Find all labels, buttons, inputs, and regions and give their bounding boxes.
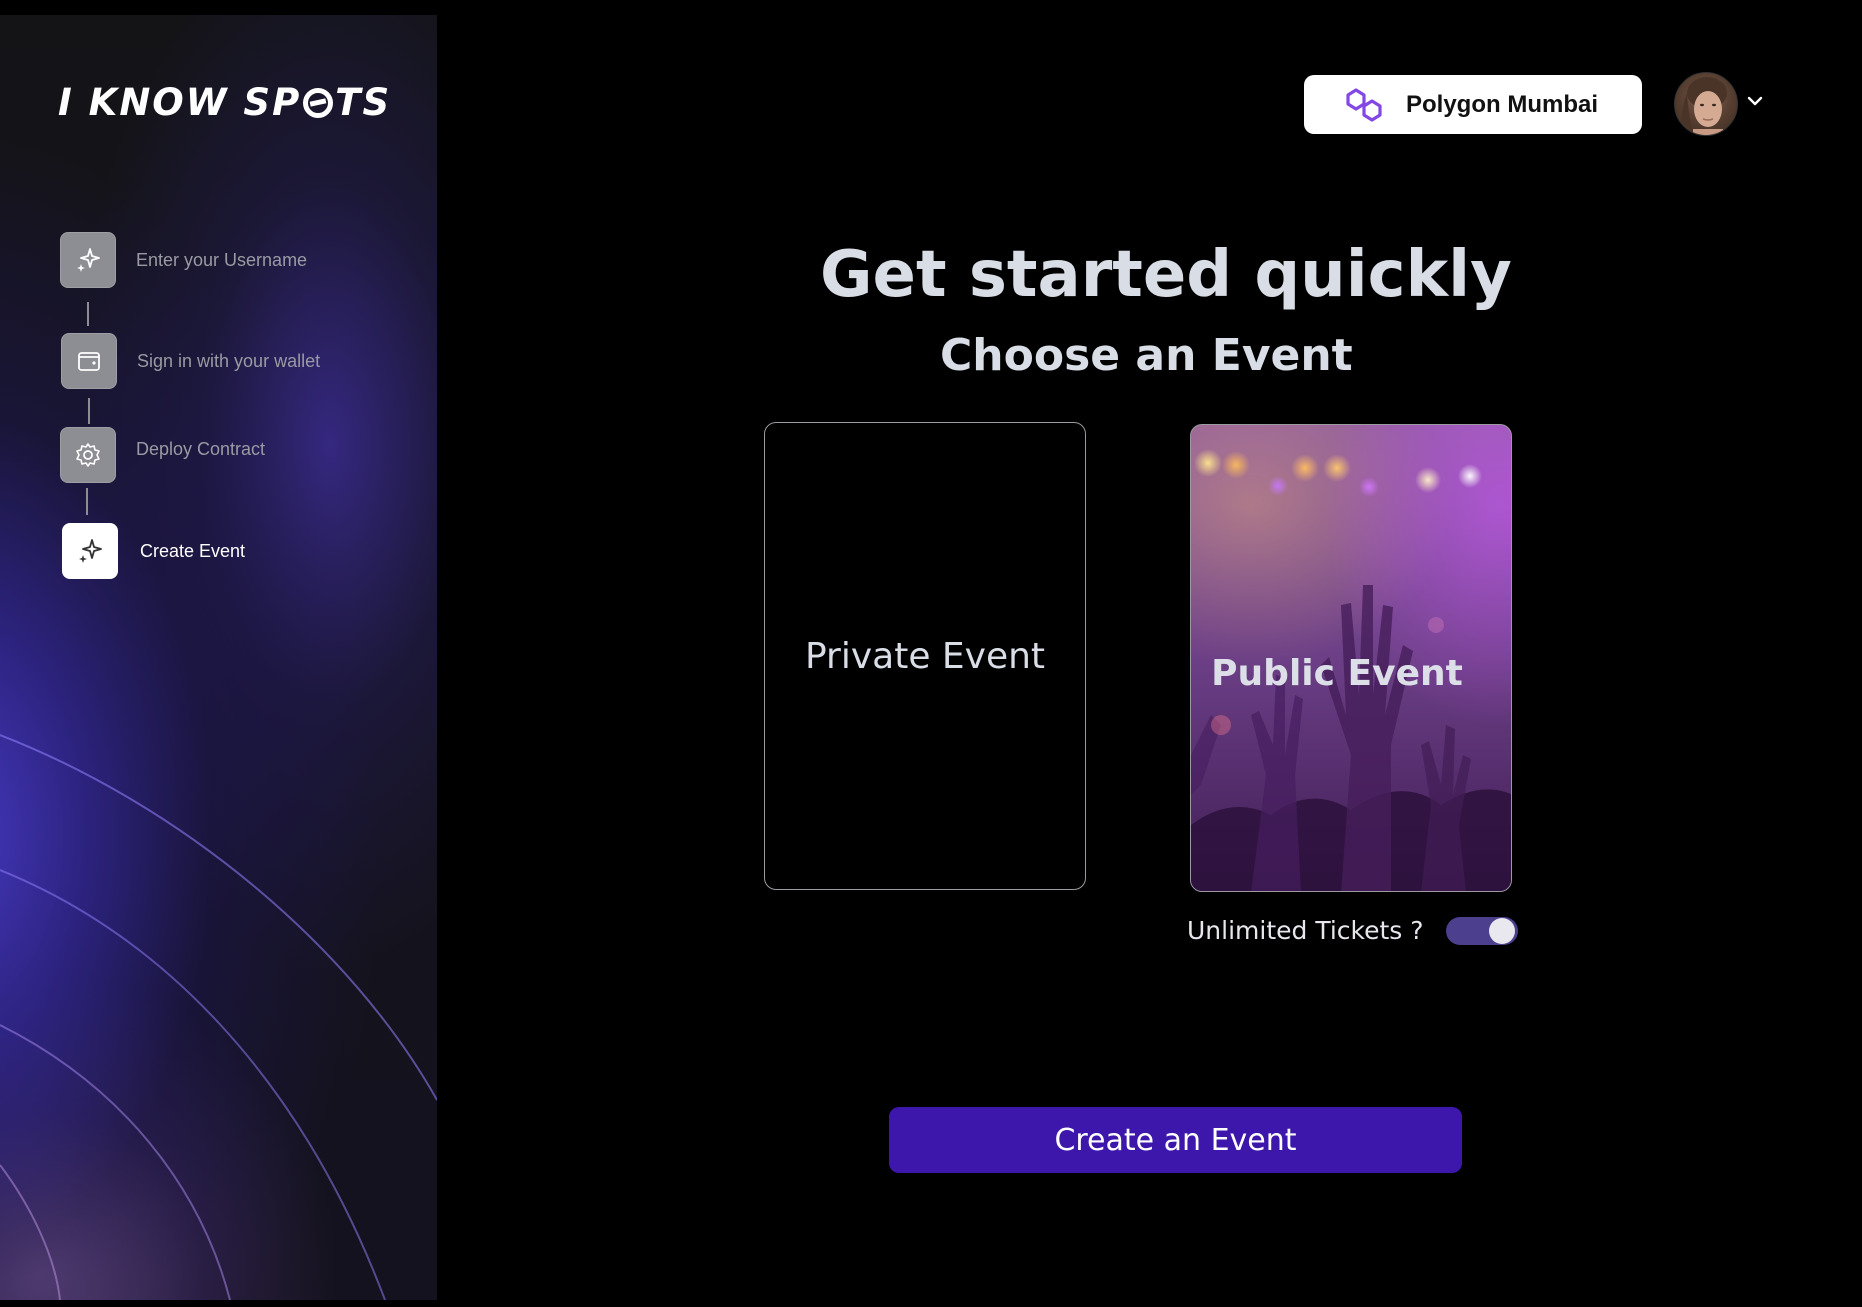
gear-icon [76,443,100,467]
step-label: Sign in with your wallet [137,350,321,371]
private-event-label: Private Event [804,635,1046,677]
step-sign-in-wallet[interactable]: Sign in with your wallet [61,333,320,389]
network-label: Polygon Mumbai [1406,90,1598,118]
user-avatar[interactable] [1674,72,1738,136]
public-event-label: Public Event [1211,652,1463,694]
step-icon-box [61,333,117,389]
step-label: Create Event [140,540,246,561]
page-subtitle: Choose an Event [940,330,1353,381]
wallet-icon [78,352,100,371]
step-icon-box [60,427,116,483]
step-connector [86,488,88,515]
logo-o-glyph [303,88,334,118]
step-enter-username[interactable]: Enter your Username [60,232,307,288]
page-title: Get started quickly [820,238,1512,312]
chevron-down-icon[interactable] [1746,94,1764,108]
step-label: Deploy Contract [136,438,266,459]
step-create-event[interactable]: Create Event [62,523,245,579]
logo-text-left: I KNOW SP [58,81,302,124]
create-event-label: Create an Event [1054,1122,1297,1158]
private-event-card[interactable]: Private Event [764,422,1086,890]
unlimited-tickets-label: Unlimited Tickets ? [1187,916,1424,945]
avatar-face [1681,77,1727,135]
step-connector [88,398,90,424]
unlimited-tickets-row: Unlimited Tickets ? [1187,916,1518,945]
sidebar: I KNOW SP TS Enter your Username Sign in … [0,15,437,1300]
public-event-card[interactable]: Public Event [1190,424,1512,892]
toggle-knob [1488,917,1515,944]
step-deploy-contract[interactable]: Deploy Contract [60,427,265,483]
logo-text-right: TS [335,81,392,124]
step-icon-box [62,523,118,579]
step-label: Enter your Username [136,249,308,270]
unlimited-tickets-toggle[interactable] [1445,916,1518,945]
step-connector [87,302,89,326]
create-event-button[interactable]: Create an Event [889,1107,1462,1173]
sparkle-icon [79,539,102,563]
polygon-icon [1346,87,1382,122]
network-selector-button[interactable]: Polygon Mumbai [1304,75,1642,134]
sparkle-icon [77,248,100,272]
decorative-rings [0,734,437,1300]
step-icon-box [60,232,116,288]
brand-logo[interactable]: I KNOW SP TS [58,81,391,124]
